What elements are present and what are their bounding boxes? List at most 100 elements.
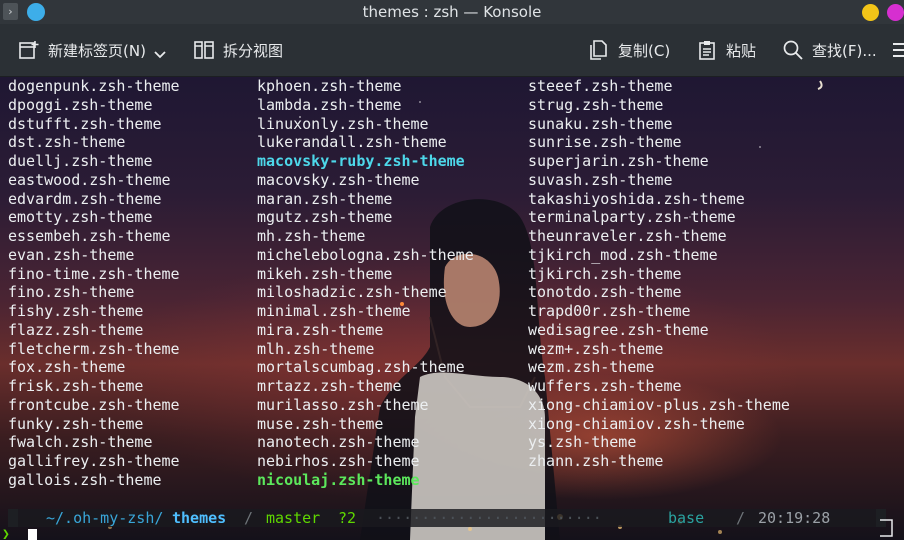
copy-icon (588, 39, 610, 61)
theme-file-entry: sunrise.zsh-theme (528, 133, 682, 152)
hamburger-menu-button[interactable] (893, 24, 904, 76)
input-line[interactable]: ❯ (0, 527, 904, 540)
theme-file-entry: mikeh.zsh-theme (257, 264, 393, 283)
theme-file-entry: superjarin.zsh-theme (528, 152, 709, 170)
theme-file-entry: mh.zsh-theme (257, 227, 366, 245)
theme-file-entry: nebirhos.zsh-theme (257, 452, 420, 470)
theme-file-entry: evan.zsh-theme (8, 245, 135, 264)
theme-file-entry: mortalscumbag.zsh-theme (257, 358, 465, 377)
theme-file-entry: dstufft.zsh-theme (8, 114, 162, 133)
find-button[interactable]: 查找(F)... (782, 24, 877, 76)
theme-file-entry: fino.zsh-theme (8, 283, 135, 302)
theme-file-entry: wuffers.zsh-theme (528, 377, 682, 395)
theme-file-entry: dogenpunk.zsh-theme (8, 77, 180, 95)
theme-file-entry: macovsky-ruby.zsh-theme (257, 152, 465, 170)
resize-grip-icon[interactable] (878, 518, 894, 538)
theme-file-entry: tonotdo.zsh-theme (528, 283, 682, 302)
theme-file-entry: edvardm.zsh-theme (8, 189, 162, 208)
prompt-time: 20:19:28 (758, 509, 831, 527)
prompt-path-prefix: ~/.oh-my-zsh/ (46, 509, 164, 527)
prompt-separator-right: / (736, 509, 746, 527)
theme-file-entry: mlh.zsh-theme (257, 339, 375, 358)
theme-file-entry: miloshadzic.zsh-theme (257, 283, 447, 302)
split-view-button[interactable]: 拆分视图 (193, 24, 283, 76)
prompt-env-name: base (668, 509, 705, 527)
theme-file-entry: steeef.zsh-theme (528, 77, 673, 95)
search-icon (782, 39, 804, 61)
theme-file-entry: tjkirch_mod.zsh-theme (528, 245, 718, 264)
prompt-git-branch: master (266, 509, 321, 527)
theme-file-entry: murilasso.zsh-theme (257, 395, 429, 414)
konsole-window: › themes : zsh — Konsole 新建标签页(N) 拆分视图 复… (0, 0, 904, 540)
theme-file-entry: theunraveler.zsh-theme (528, 227, 727, 245)
window-title: themes : zsh — Konsole (362, 3, 542, 21)
copy-label: 复制(C) (618, 41, 671, 60)
theme-file-entry: mrtazz.zsh-theme (257, 377, 402, 395)
paste-icon (696, 39, 718, 61)
chevron-down-icon[interactable] (154, 51, 166, 59)
theme-file-entry: gallois.zsh-theme (8, 470, 162, 489)
prompt-left-cap (8, 509, 18, 527)
theme-file-entry: dst.zsh-theme (8, 133, 126, 152)
theme-file-entry: nicoulaj.zsh-theme (257, 470, 420, 489)
prompt-git-status: ?2 (338, 509, 357, 527)
split-view-label: 拆分视图 (223, 41, 284, 60)
theme-file-entry: zhann.zsh-theme (528, 452, 664, 470)
theme-file-entry: nanotech.zsh-theme (257, 433, 420, 452)
theme-file-entry: duellj.zsh-theme (8, 152, 153, 170)
theme-file-entry: ys.zsh-theme (528, 433, 637, 452)
maximize-button[interactable] (887, 4, 904, 21)
theme-file-entry: flazz.zsh-theme (8, 320, 144, 339)
theme-file-entry: maran.zsh-theme (257, 189, 393, 208)
theme-file-entry: fletcherm.zsh-theme (8, 339, 180, 358)
theme-file-entry: linuxonly.zsh-theme (257, 114, 429, 133)
theme-list-column-1: dogenpunk.zsh-theme dpoggi.zsh-theme dstuf… (8, 77, 180, 490)
theme-list-column-3: steeef.zsh-theme strug.zsh-theme sunaku.zs… (528, 77, 790, 471)
theme-file-entry: michelebologna.zsh-theme (257, 245, 474, 264)
theme-file-entry: trapd00r.zsh-theme (528, 302, 691, 320)
theme-file-entry: kphoen.zsh-theme (257, 77, 402, 95)
theme-file-entry: frontcube.zsh-theme (8, 395, 180, 414)
theme-file-entry: essembeh.zsh-theme (8, 227, 171, 245)
theme-file-entry: wedisagree.zsh-theme (528, 320, 709, 339)
theme-file-entry: dpoggi.zsh-theme (8, 95, 153, 114)
theme-file-entry: mira.zsh-theme (257, 320, 384, 339)
title-bar: › themes : zsh — Konsole (0, 0, 904, 24)
theme-file-entry: terminalparty.zsh-theme (528, 208, 736, 227)
theme-file-entry: frisk.zsh-theme (8, 377, 144, 395)
split-view-icon (193, 39, 215, 61)
prompt-line: ~/.oh-my-zsh/ themes / master ?2 ·······… (18, 509, 876, 527)
theme-file-entry: fishy.zsh-theme (8, 302, 144, 320)
theme-list-column-2: kphoen.zsh-theme lambda.zsh-theme linuxonl… (257, 77, 474, 490)
terminal-view[interactable]: dogenpunk.zsh-theme dpoggi.zsh-theme dstuf… (0, 77, 904, 540)
theme-file-entry: muse.zsh-theme (257, 414, 384, 433)
theme-file-entry: eastwood.zsh-theme (8, 170, 171, 189)
hamburger-menu-icon (893, 40, 904, 60)
new-tab-label: 新建标签页(N) (48, 41, 146, 60)
paste-button[interactable]: 粘贴 (696, 24, 756, 76)
paste-label: 粘贴 (726, 41, 757, 60)
theme-file-entry: lambda.zsh-theme (257, 95, 402, 114)
theme-file-entry: suvash.zsh-theme (528, 170, 673, 189)
prompt-separator: / (244, 509, 254, 527)
text-cursor (28, 529, 37, 540)
theme-file-entry: fox.zsh-theme (8, 358, 126, 377)
copy-button[interactable]: 复制(C) (588, 24, 670, 76)
new-tab-icon (18, 39, 40, 61)
theme-file-entry: xiong-chiamiov-plus.zsh-theme (528, 395, 790, 414)
find-label: 查找(F)... (812, 41, 877, 60)
theme-file-entry: strug.zsh-theme (528, 95, 664, 114)
theme-file-entry: fino-time.zsh-theme (8, 264, 180, 283)
theme-file-entry: xiong-chiamiov.zsh-theme (528, 414, 745, 433)
new-tab-button[interactable]: 新建标签页(N) (18, 24, 166, 76)
toolbar: 新建标签页(N) 拆分视图 复制(C) 粘贴 查找(F)... (0, 24, 904, 77)
theme-file-entry: sunaku.zsh-theme (528, 114, 673, 133)
theme-file-entry: fwalch.zsh-theme (8, 433, 153, 452)
theme-file-entry: tjkirch.zsh-theme (528, 264, 682, 283)
prompt-filler-dots: ························· (376, 509, 602, 527)
theme-file-entry: funky.zsh-theme (8, 414, 144, 433)
theme-file-entry: mgutz.zsh-theme (257, 208, 393, 227)
prompt-caret: ❯ (2, 527, 10, 540)
prompt-path-dir: themes (172, 509, 227, 527)
minimize-button[interactable] (862, 4, 879, 21)
